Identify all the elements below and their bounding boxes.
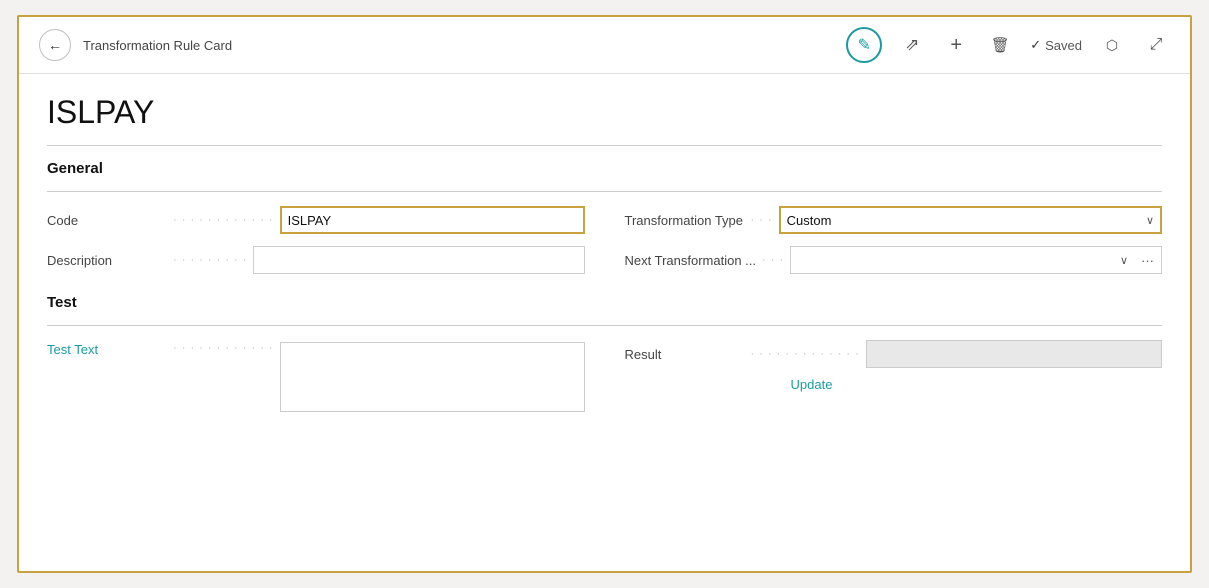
general-divider [47,191,1162,192]
saved-status: ✓ Saved [1030,37,1082,53]
next-chevron-down-icon: ∨ [1120,254,1128,267]
next-transformation-wrapper: ∨ ··· [790,246,1162,274]
transformation-type-row: Transformation Type · · · Custom ∨ [625,206,1163,234]
test-text-label: Test Text [47,342,167,357]
description-dots: · · · · · · · · · [173,254,247,266]
description-row: Description · · · · · · · · · [47,246,585,274]
description-label: Description [47,253,167,268]
result-section: Result · · · · · · · · · · · · · Update [625,340,1163,412]
transformation-type-label: Transformation Type [625,213,745,228]
code-input[interactable] [280,206,585,234]
code-row: Code · · · · · · · · · · · · [47,206,585,234]
add-button[interactable]: + [942,31,970,59]
transformation-type-value: Custom [787,213,832,228]
saved-check-icon: ✓ [1030,37,1041,53]
next-transformation-row: Next Transformation ... · · · ∨ ··· [625,246,1163,274]
delete-button[interactable]: 🗑 [986,31,1014,59]
test-text-dots: · · · · · · · · · · · · [173,342,274,354]
title-divider [47,145,1162,146]
code-label: Code [47,213,167,228]
external-link-button[interactable]: ⬡ [1098,31,1126,59]
test-text-row: Test Text · · · · · · · · · · · · [47,340,585,412]
test-section: Test Test Text · · · · · · · · · · · · R… [47,294,1162,412]
test-section-label: Test [47,294,1162,311]
result-label: Result [625,347,745,362]
next-transformation-dropdown[interactable]: ∨ [790,246,1134,274]
add-icon: + [950,34,962,57]
expand-button[interactable]: ⤢ [1142,31,1170,59]
right-col: Transformation Type · · · Custom ∨ Next … [625,206,1163,274]
header: ← Transformation Rule Card ✎ ⇗ + 🗑 ✓ Sav… [19,17,1190,74]
next-transformation-dots: · · · [762,254,784,266]
test-text-input[interactable] [280,342,585,412]
update-button[interactable]: Update [791,377,833,392]
page-title: ISLPAY [47,94,1162,131]
ellipsis-icon: ··· [1141,253,1154,268]
share-button[interactable]: ⇗ [898,31,926,59]
header-title: Transformation Rule Card [83,38,232,53]
saved-text: Saved [1045,38,1082,53]
back-icon: ← [48,37,62,53]
external-icon: ⬡ [1106,37,1118,54]
result-dots: · · · · · · · · · · · · · [751,348,860,360]
description-input[interactable] [253,246,584,274]
code-dots: · · · · · · · · · · · · [173,214,274,226]
next-transformation-browse-button[interactable]: ··· [1134,246,1162,274]
expand-icon: ⤢ [1150,36,1163,54]
share-icon: ⇗ [905,35,919,55]
transformation-type-dots: · · · [751,214,773,226]
header-actions: ✎ ⇗ + 🗑 ✓ Saved ⬡ ⤢ [846,27,1170,63]
general-section-label: General [47,160,1162,177]
transformation-type-dropdown[interactable]: Custom ∨ [779,206,1162,234]
next-transformation-label: Next Transformation ... [625,253,757,268]
left-col: Code · · · · · · · · · · · · Description… [47,206,585,274]
edit-icon: ✎ [858,35,871,55]
delete-icon: 🗑 [991,36,1010,54]
back-button[interactable]: ← [39,29,71,61]
update-row: Update [745,376,1163,394]
result-row: Result · · · · · · · · · · · · · [625,340,1163,368]
chevron-down-icon: ∨ [1146,214,1154,227]
content-area: ISLPAY General Code · · · · · · · · · · … [19,74,1190,571]
test-divider [47,325,1162,326]
page-container: ← Transformation Rule Card ✎ ⇗ + 🗑 ✓ Sav… [17,15,1192,573]
edit-button[interactable]: ✎ [846,27,882,63]
result-value [866,340,1162,368]
